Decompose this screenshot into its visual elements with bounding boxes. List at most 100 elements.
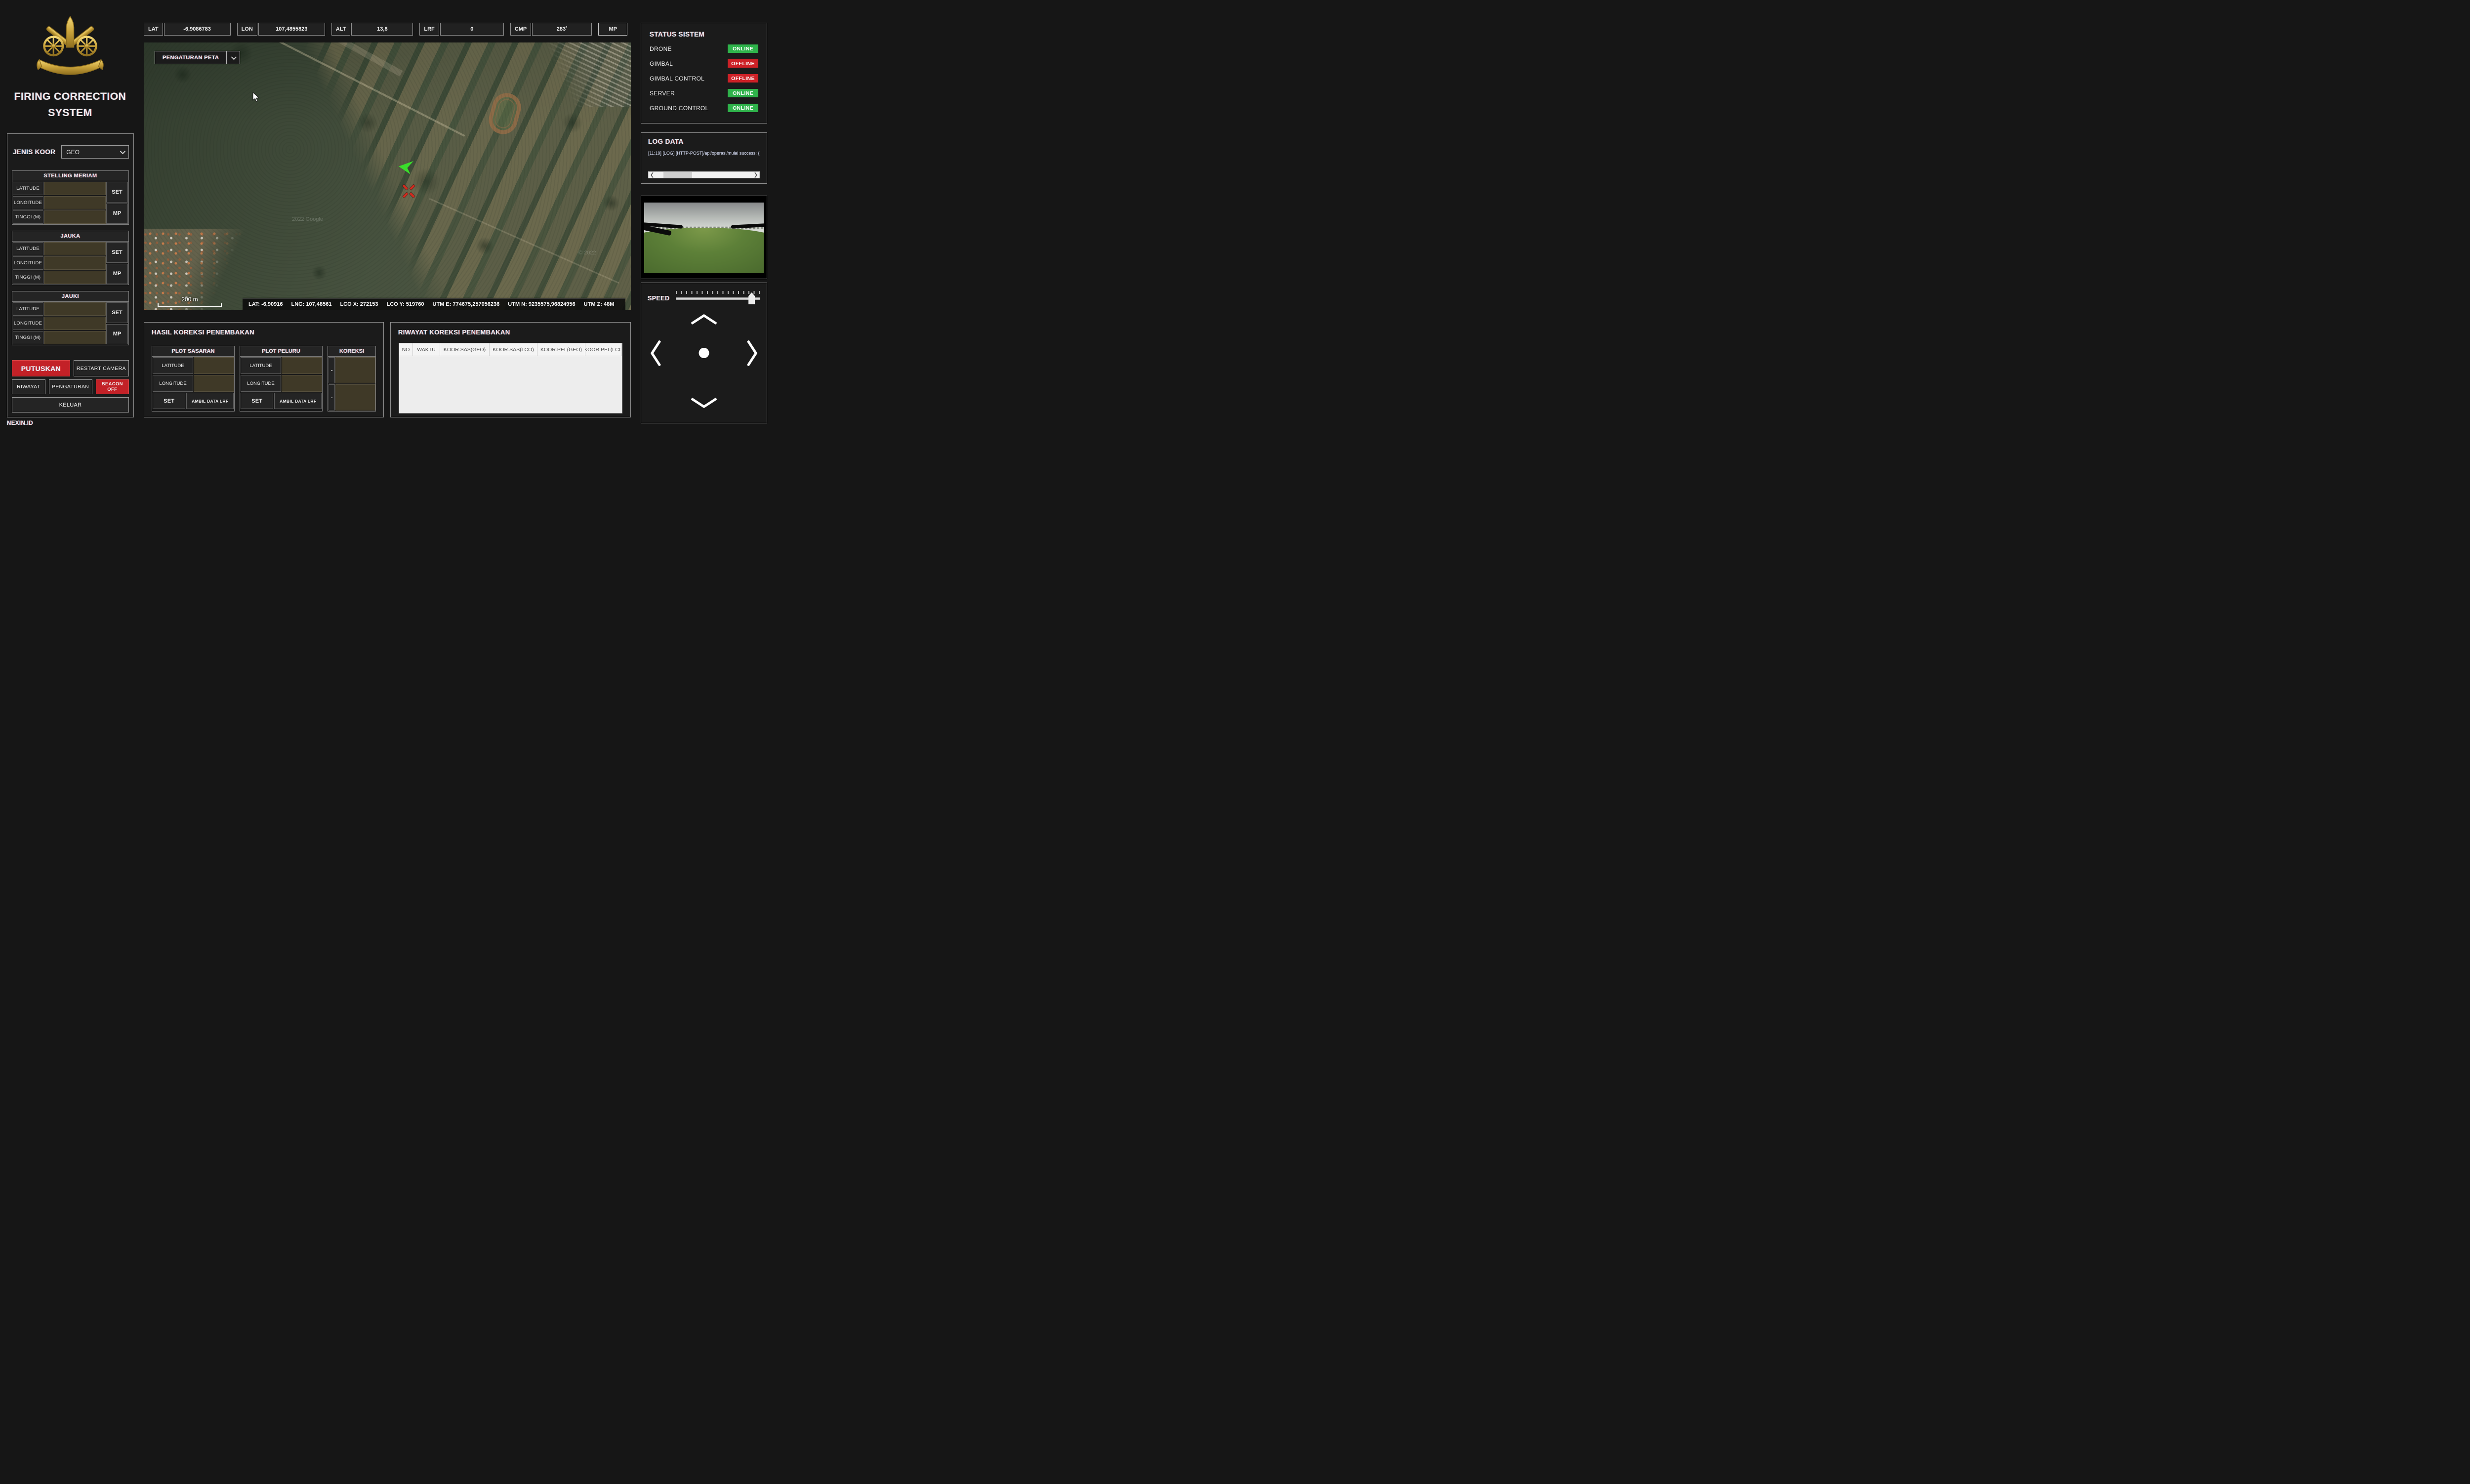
bar-lco-y: LCO Y: 519760 — [386, 301, 424, 307]
sasaran-ambil-lrf-button[interactable]: AMBIL DATA LRF — [186, 393, 234, 409]
status-badge: OFFLINE — [728, 74, 758, 82]
map-buildings — [537, 42, 631, 107]
section-title: JAUKA — [12, 231, 128, 242]
bar-lco-x: LCO X: 272153 — [340, 301, 378, 307]
map-road — [218, 42, 465, 137]
longitude-label: LONGITUDE — [13, 196, 43, 209]
col-no: NO — [399, 343, 413, 356]
koreksi-input-1[interactable] — [335, 357, 375, 383]
peluru-longitude-input[interactable] — [282, 375, 322, 392]
lrf-value: 0 — [440, 23, 504, 36]
riwayat-button[interactable]: RIWAYAT — [12, 379, 45, 394]
target-x-marker — [403, 185, 415, 197]
speed-slider-ticks — [676, 291, 760, 294]
log-scrollbar-thumb[interactable] — [663, 172, 693, 178]
dpad-right-button[interactable] — [747, 339, 758, 367]
map-settings-control: PENGATURAN PETA — [155, 51, 240, 64]
speed-slider[interactable] — [676, 291, 760, 306]
longitude-label: LONGITUDE — [153, 375, 193, 392]
riwayat-table[interactable]: NO WAKTU KOOR.SAS(GEO) KOOR.SAS(LCO) KOO… — [399, 343, 622, 413]
speed-slider-thumb[interactable] — [748, 292, 755, 304]
sasaran-longitude-input[interactable] — [194, 375, 234, 392]
peluru-latitude-input[interactable] — [282, 357, 322, 374]
map-canvas[interactable]: 2022 Google © 2022 PENGATURAN PETA 200 m… — [144, 42, 631, 310]
log-scrollbar[interactable]: ❮ ❯ — [648, 171, 760, 178]
koreksi-title: KOREKSI — [328, 346, 375, 357]
app-logo — [33, 14, 107, 84]
jauka-longitude-input[interactable] — [44, 256, 106, 270]
pengaturan-button[interactable]: PENGATURAN — [49, 379, 92, 394]
bar-utm-e: UTM E: 774675,257056236 — [433, 301, 500, 307]
log-scrollbar-track[interactable] — [656, 172, 752, 178]
map-settings-button[interactable]: PENGATURAN PETA — [155, 51, 226, 64]
artillery-emblem-icon — [33, 14, 107, 82]
peluru-set-button[interactable]: SET — [241, 393, 273, 409]
plot-sasaran-title: PLOT SASARAN — [152, 346, 234, 357]
map-settings-dropdown[interactable] — [226, 51, 240, 64]
coordinate-panel: JENIS KOOR GEO STELLING MERIAM LATITUDE … — [7, 133, 134, 417]
map-scale-label: 200 m — [158, 296, 222, 303]
map-imagery — [144, 42, 631, 310]
map-coordinate-bar: LAT: -6,90916 LNG: 107,48561 LCO X: 2721… — [243, 298, 625, 310]
plot-sasaran-group: PLOT SASARAN LATITUDE LONGITUDE SET AMBI… — [152, 346, 235, 412]
jauki-longitude-input[interactable] — [44, 317, 106, 330]
map-watermark: 2022 Google — [292, 216, 323, 222]
left-sidebar: FIRING CORRECTION SYSTEM JENIS KOOR GEO … — [0, 0, 140, 436]
stelling-latitude-input[interactable] — [44, 182, 106, 195]
page-title: FIRING CORRECTION SYSTEM — [0, 89, 140, 121]
dpad-center-button[interactable] — [699, 348, 709, 358]
dpad-up-button[interactable] — [690, 314, 718, 325]
section-title: STELLING MERIAM — [12, 171, 128, 181]
sasaran-set-button[interactable]: SET — [153, 393, 185, 409]
jauki-tinggi-input[interactable] — [44, 331, 106, 344]
brand-label: NEXIN.ID — [7, 420, 33, 426]
col-koor-sas-lco: KOOR.SAS(LCO) — [490, 343, 537, 356]
jauka-mp-button[interactable]: MP — [106, 264, 128, 285]
section-stelling-meriam: STELLING MERIAM LATITUDE LONGITUDE TINGG… — [12, 170, 129, 225]
hasil-koreksi-panel: HASIL KOREKSI PENEMBAKAN PLOT SASARAN LA… — [144, 322, 384, 417]
mp-button[interactable]: MP — [598, 23, 627, 36]
stelling-mp-button[interactable]: MP — [106, 204, 128, 224]
jauki-latitude-input[interactable] — [44, 302, 106, 316]
status-label-gimbal-control: GIMBAL CONTROL — [650, 75, 704, 82]
tinggi-label: TINGGI (M) — [13, 331, 43, 344]
tinggi-label: TINGGI (M) — [13, 210, 43, 224]
log-entry: [11:19] [LOG] [HTTP-POST]/api/operasi/mu… — [648, 151, 760, 156]
scroll-left-icon[interactable]: ❮ — [649, 172, 656, 178]
bar-utm-n: UTM N: 9235575,96824956 — [508, 301, 575, 307]
scroll-right-icon[interactable]: ❯ — [752, 172, 759, 178]
restart-camera-button[interactable]: RESTART CAMERA — [74, 360, 129, 376]
sasaran-latitude-input[interactable] — [194, 357, 234, 374]
lat-label: LAT — [144, 23, 163, 36]
jauka-set-button[interactable]: SET — [106, 242, 128, 263]
bar-lng: LNG: 107,48561 — [291, 301, 332, 307]
keluar-button[interactable]: KELUAR — [12, 397, 129, 412]
jauka-latitude-input[interactable] — [44, 242, 106, 255]
latitude-label: LATITUDE — [153, 357, 193, 374]
stelling-set-button[interactable]: SET — [106, 182, 128, 203]
jauki-mp-button[interactable]: MP — [106, 324, 128, 345]
bar-utm-z: UTM Z: 48M — [584, 301, 615, 307]
longitude-label: LONGITUDE — [241, 375, 281, 392]
speed-label: SPEED — [648, 295, 669, 302]
koreksi-dash-label: - — [329, 357, 335, 383]
beacon-off-button[interactable]: BEACON OFF — [96, 379, 129, 394]
stelling-longitude-input[interactable] — [44, 196, 106, 209]
koreksi-input-2[interactable] — [335, 384, 375, 411]
jenis-koor-value: GEO — [66, 149, 120, 156]
stelling-tinggi-input[interactable] — [44, 210, 106, 224]
riwayat-panel: RIWAYAT KOREKSI PENEMBAKAN NO WAKTU KOOR… — [390, 322, 631, 417]
alt-value: 13,8 — [351, 23, 413, 36]
status-badge: ONLINE — [728, 104, 758, 112]
map-scale-bar — [158, 303, 222, 307]
lrf-label: LRF — [419, 23, 439, 36]
peluru-ambil-lrf-button[interactable]: AMBIL DATA LRF — [274, 393, 322, 409]
putuskan-button[interactable]: PUTUSKAN — [12, 360, 70, 376]
jauka-tinggi-input[interactable] — [44, 271, 106, 284]
jauki-set-button[interactable]: SET — [106, 302, 128, 323]
jenis-koor-select[interactable]: GEO — [61, 145, 129, 159]
dpad-down-button[interactable] — [690, 398, 718, 409]
dpad-left-button[interactable] — [650, 339, 661, 367]
speed-slider-track[interactable] — [676, 297, 760, 300]
camera-ground — [644, 228, 764, 273]
